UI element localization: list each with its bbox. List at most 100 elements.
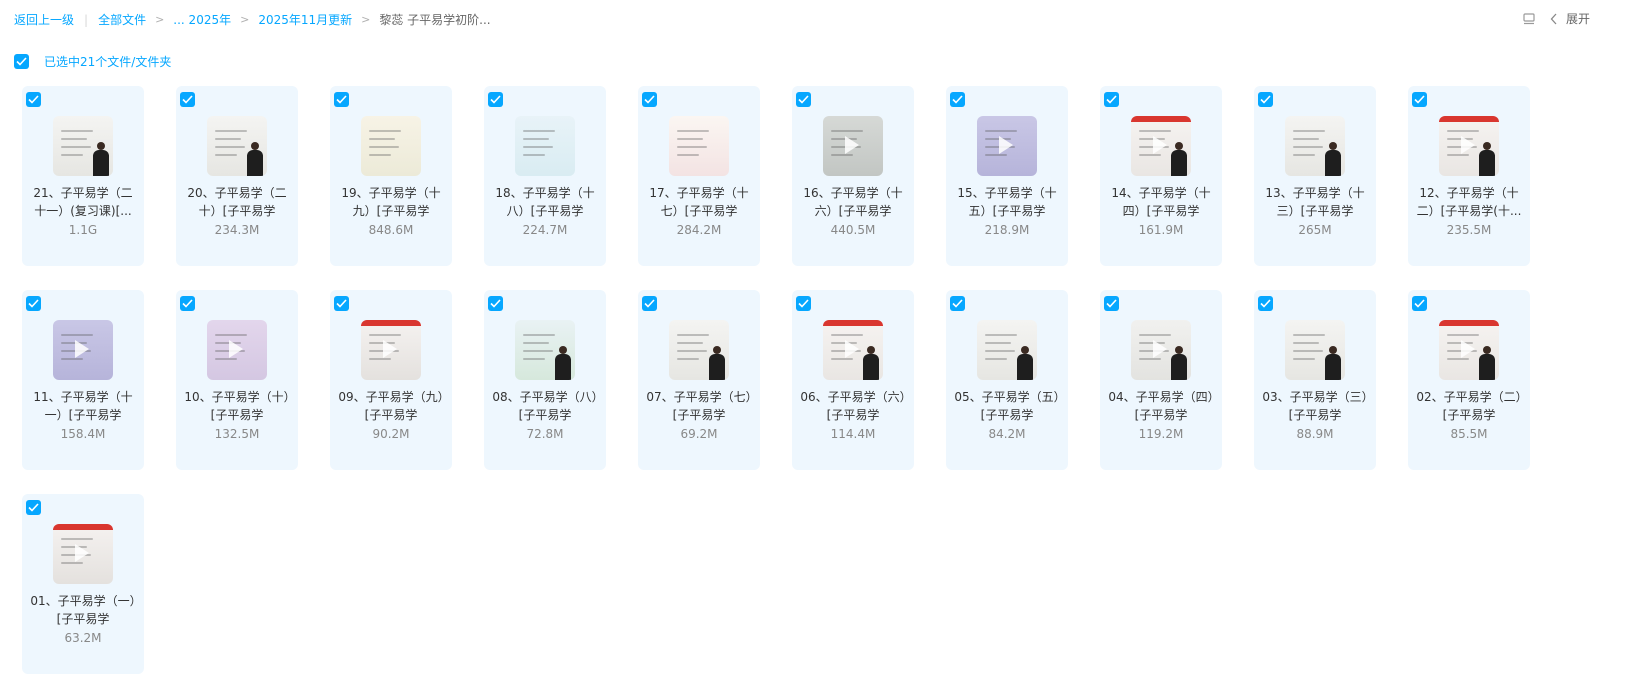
- file-card[interactable]: 08、子平易学（八）[子平易学 72.8M: [484, 290, 606, 470]
- file-checkbox[interactable]: [488, 92, 503, 107]
- check-icon: [1106, 95, 1117, 104]
- file-checkbox[interactable]: [950, 92, 965, 107]
- file-checkbox[interactable]: [796, 296, 811, 311]
- video-thumbnail[interactable]: [1285, 320, 1345, 380]
- file-name: 14、子平易学（十四）[子平易学: [1111, 186, 1211, 218]
- file-card[interactable]: 16、子平易学（十六）[子平易学 440.5M: [792, 86, 914, 266]
- file-size: 90.2M: [372, 427, 410, 441]
- video-thumbnail[interactable]: [977, 320, 1037, 380]
- file-size: 284.2M: [676, 223, 722, 237]
- file-size: 848.6M: [368, 223, 414, 237]
- video-thumbnail[interactable]: [669, 320, 729, 380]
- file-card[interactable]: 02、子平易学（二）[子平易学 85.5M: [1408, 290, 1530, 470]
- file-checkbox[interactable]: [1258, 296, 1273, 311]
- check-icon: [952, 95, 963, 104]
- video-thumbnail[interactable]: [207, 320, 267, 380]
- presenter-figure: [1171, 142, 1187, 176]
- file-size: 440.5M: [830, 223, 876, 237]
- check-icon: [336, 299, 347, 308]
- video-thumbnail[interactable]: [515, 320, 575, 380]
- file-name: 09、子平易学（九）[子平易学: [338, 390, 444, 422]
- breadcrumb-year[interactable]: ... 2025年: [173, 11, 231, 28]
- file-checkbox[interactable]: [180, 296, 195, 311]
- video-thumbnail[interactable]: [207, 116, 267, 176]
- file-size: 158.4M: [60, 427, 106, 441]
- check-icon: [1414, 299, 1425, 308]
- check-icon: [798, 95, 809, 104]
- file-name: 15、子平易学（十五）[子平易学: [957, 186, 1057, 218]
- file-checkbox[interactable]: [26, 92, 41, 107]
- check-icon: [16, 57, 27, 66]
- file-card[interactable]: 18、子平易学（十八）[子平易学 224.7M: [484, 86, 606, 266]
- file-checkbox[interactable]: [1258, 92, 1273, 107]
- file-card[interactable]: 05、子平易学（五）[子平易学 84.2M: [946, 290, 1068, 470]
- file-checkbox[interactable]: [26, 296, 41, 311]
- file-checkbox[interactable]: [1104, 296, 1119, 311]
- file-size: 114.4M: [830, 427, 876, 441]
- file-card[interactable]: 12、子平易学（十二）[子平易学(十... 235.5M: [1408, 86, 1530, 266]
- file-card[interactable]: 14、子平易学（十四）[子平易学 161.9M: [1100, 86, 1222, 266]
- file-checkbox[interactable]: [1104, 92, 1119, 107]
- file-grid: 21、子平易学（二十一）(复习课)[... 1.1G 20、子平易学（二十）[子平易…: [22, 86, 1530, 674]
- file-card[interactable]: 17、子平易学（十七）[子平易学 284.2M: [638, 86, 760, 266]
- video-thumbnail[interactable]: [977, 116, 1037, 176]
- file-name: 05、子平易学（五）[子平易学: [954, 390, 1060, 422]
- video-thumbnail[interactable]: [515, 116, 575, 176]
- file-card[interactable]: 15、子平易学（十五）[子平易学 218.9M: [946, 86, 1068, 266]
- file-checkbox[interactable]: [950, 296, 965, 311]
- video-thumbnail[interactable]: [1285, 116, 1345, 176]
- video-thumbnail[interactable]: [823, 320, 883, 380]
- file-checkbox[interactable]: [488, 296, 503, 311]
- file-checkbox[interactable]: [334, 296, 349, 311]
- presenter-figure: [1479, 142, 1495, 176]
- video-thumbnail[interactable]: [669, 116, 729, 176]
- play-icon: [75, 544, 89, 562]
- check-icon: [798, 299, 809, 308]
- back-link[interactable]: 返回上一级: [14, 11, 74, 28]
- video-thumbnail[interactable]: [361, 320, 421, 380]
- file-checkbox[interactable]: [26, 500, 41, 515]
- file-checkbox[interactable]: [796, 92, 811, 107]
- check-icon: [1414, 95, 1425, 104]
- file-card[interactable]: 04、子平易学（四）[子平易学 119.2M: [1100, 290, 1222, 470]
- file-card[interactable]: 10、子平易学（十）[子平易学 132.5M: [176, 290, 298, 470]
- breadcrumb-month[interactable]: 2025年11月更新: [258, 11, 352, 28]
- expand-button[interactable]: 展开: [1550, 10, 1590, 27]
- select-all-checkbox[interactable]: [14, 54, 29, 69]
- file-checkbox[interactable]: [180, 92, 195, 107]
- file-card[interactable]: 19、子平易学（十九）[子平易学 848.6M: [330, 86, 452, 266]
- file-size: 218.9M: [984, 223, 1030, 237]
- video-thumbnail[interactable]: [53, 524, 113, 584]
- video-thumbnail[interactable]: [1439, 320, 1499, 380]
- file-card[interactable]: 01、子平易学（一）[子平易学 63.2M: [22, 494, 144, 674]
- file-card[interactable]: 06、子平易学（六）[子平易学 114.4M: [792, 290, 914, 470]
- video-thumbnail[interactable]: [823, 116, 883, 176]
- file-checkbox[interactable]: [1412, 296, 1427, 311]
- file-card[interactable]: 09、子平易学（九）[子平易学 90.2M: [330, 290, 452, 470]
- breadcrumb-divider: |: [84, 12, 89, 27]
- file-card[interactable]: 20、子平易学（二十）[子平易学 234.3M: [176, 86, 298, 266]
- check-icon: [644, 95, 655, 104]
- check-icon: [28, 299, 39, 308]
- file-name: 04、子平易学（四）[子平易学: [1108, 390, 1214, 422]
- video-thumbnail[interactable]: [53, 116, 113, 176]
- video-thumbnail[interactable]: [53, 320, 113, 380]
- video-thumbnail[interactable]: [1131, 320, 1191, 380]
- check-icon: [182, 95, 193, 104]
- check-icon: [952, 299, 963, 308]
- file-card[interactable]: 21、子平易学（二十一）(复习课)[... 1.1G: [22, 86, 144, 266]
- file-card[interactable]: 03、子平易学（三）[子平易学 88.9M: [1254, 290, 1376, 470]
- list-view-icon[interactable]: [1522, 12, 1536, 26]
- file-checkbox[interactable]: [642, 92, 657, 107]
- video-thumbnail[interactable]: [1131, 116, 1191, 176]
- file-card[interactable]: 13、子平易学（十三）[子平易学 265M: [1254, 86, 1376, 266]
- breadcrumb-all-files[interactable]: 全部文件: [98, 11, 146, 28]
- video-thumbnail[interactable]: [1439, 116, 1499, 176]
- file-card[interactable]: 11、子平易学（十一）[子平易学 158.4M: [22, 290, 144, 470]
- file-checkbox[interactable]: [642, 296, 657, 311]
- video-thumbnail[interactable]: [361, 116, 421, 176]
- file-card[interactable]: 07、子平易学（七）[子平易学 69.2M: [638, 290, 760, 470]
- play-icon: [845, 340, 859, 358]
- file-checkbox[interactable]: [1412, 92, 1427, 107]
- file-checkbox[interactable]: [334, 92, 349, 107]
